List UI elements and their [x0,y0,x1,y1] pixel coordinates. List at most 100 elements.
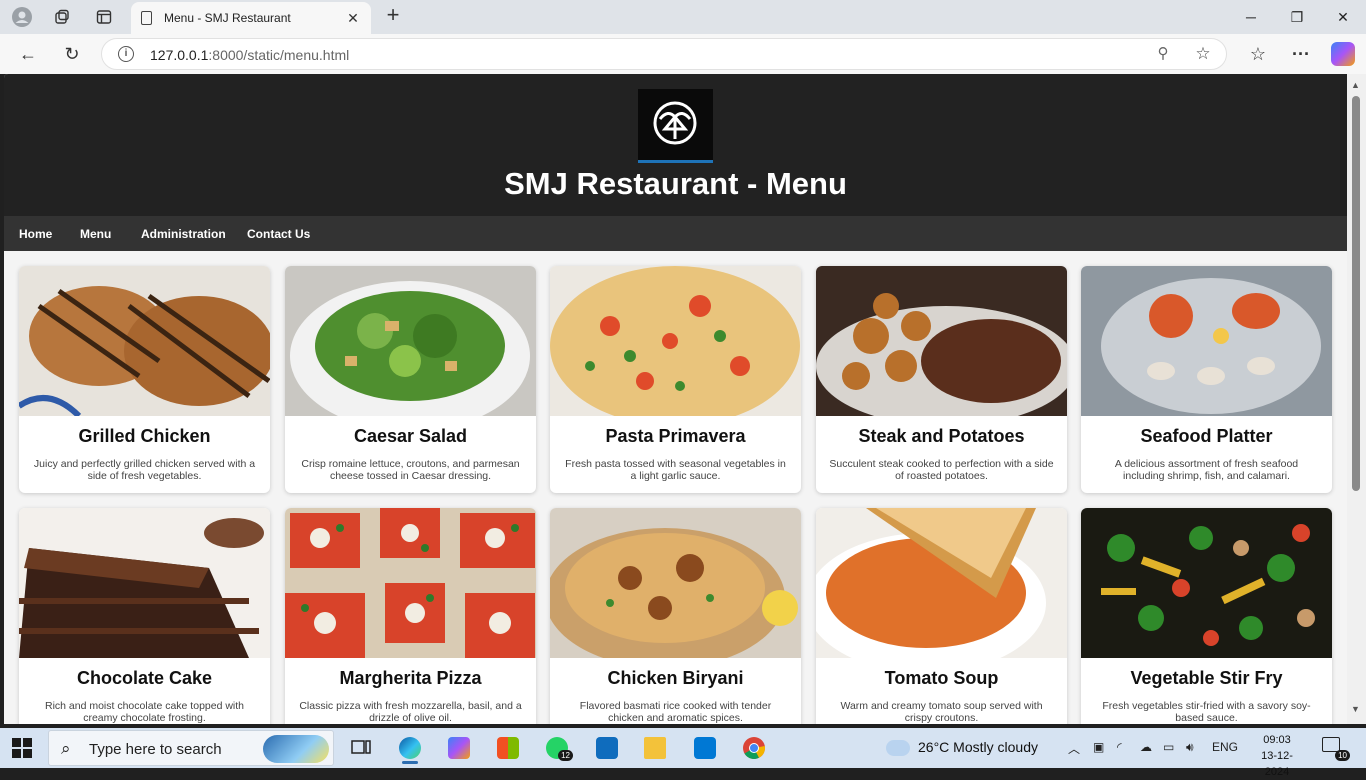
nav-administration[interactable]: Administration [141,227,226,241]
battery-icon[interactable]: ▭ [1163,740,1174,754]
windows-start-icon[interactable] [12,738,32,758]
menu-card[interactable]: Seafood Platter A delicious assortment o… [1081,266,1332,493]
browser-tab-strip: Menu - SMJ Restaurant ✕ + ─ ❐ ✕ [0,0,1366,34]
nav-menu[interactable]: Menu [80,227,111,241]
chrome-icon[interactable] [736,732,772,764]
weather-widget[interactable]: 26°C Mostly cloudy [886,739,1038,757]
menu-card[interactable]: Chicken Biryani Flavored basmati rice co… [550,508,801,724]
dish-description: Flavored basmati rice cooked with tender… [579,700,772,724]
weather-text: 26°C Mostly cloudy [918,739,1038,755]
dish-description: Rich and moist chocolate cake topped wit… [44,700,245,724]
nav-contact-us[interactable]: Contact Us [247,227,310,241]
workspaces-icon[interactable] [48,4,76,30]
search-icon: ⌕ [61,739,71,758]
page-title: SMJ Restaurant - Menu [504,166,847,201]
tab-actions-icon[interactable] [90,4,118,30]
nav-home[interactable]: Home [19,227,52,241]
menu-card[interactable]: Steak and Potatoes Succulent steak cooke… [816,266,1067,493]
menu-card[interactable]: Pasta Primavera Fresh pasta tossed with … [550,266,801,493]
tab-menu[interactable]: Menu - SMJ Restaurant ✕ [131,2,371,34]
menu-card[interactable]: Grilled Chicken Juicy and perfectly gril… [19,266,270,493]
tomato-soup-photo [816,508,1067,658]
notifications-icon[interactable]: 10 [1322,737,1350,761]
menu-card[interactable]: Margherita Pizza Classic pizza with fres… [285,508,536,724]
page-viewport: SMJ Restaurant - Menu Home Menu Administ… [4,74,1347,724]
margherita-pizza-photo [285,508,536,658]
chocolate-cake-photo [19,508,270,658]
menu-card[interactable]: Caesar Salad Crisp romaine lettuce, crou… [285,266,536,493]
outlook-icon[interactable] [589,732,625,764]
clock-date: 13-12-2024 [1261,750,1293,778]
page-scrollbar[interactable]: ▲ ▼ [1347,74,1366,724]
wifi-icon[interactable]: ◜ [1117,740,1122,754]
dish-name: Caesar Salad [353,426,468,446]
back-icon[interactable]: ← [13,40,43,68]
menu-card[interactable]: Chocolate Cake Rich and moist chocolate … [19,508,270,724]
clock-time: 09:03 [1263,734,1291,746]
search-placeholder: Type here to search [89,741,222,758]
show-hidden-icons[interactable]: ︿ [1068,740,1080,757]
new-tab-button[interactable]: + [381,4,405,28]
dish-description: A delicious assortment of fresh seafood … [1114,458,1299,482]
scroll-down-icon[interactable]: ▼ [1351,704,1360,714]
dish-description: Classic pizza with fresh mozzarella, bas… [299,700,522,724]
language-indicator[interactable]: ENG [1212,740,1238,754]
dish-name: Chicken Biryani [607,668,744,688]
address-bar[interactable]: i 127.0.0.1:8000/static/menu.html ⚲ ☆ [101,38,1227,70]
scroll-thumb[interactable] [1352,96,1360,491]
dish-name: Chocolate Cake [76,668,213,688]
minimize-icon[interactable]: ─ [1228,2,1274,32]
clock[interactable]: 09:03 13-12-2024 [1253,732,1301,780]
dish-name: Margherita Pizza [339,668,482,688]
dish-name: Pasta Primavera [605,426,746,446]
task-view-icon[interactable] [343,732,379,764]
dish-description: Warm and creamy tomato soup served with … [840,700,1043,724]
file-explorer-icon[interactable] [637,732,673,764]
dish-name: Steak and Potatoes [858,426,1025,446]
copilot-app-icon[interactable] [441,732,477,764]
scroll-up-icon[interactable]: ▲ [1351,80,1360,90]
url-text[interactable]: 127.0.0.1:8000/static/menu.html [150,47,349,63]
favorite-star-icon[interactable]: ☆ [1192,43,1214,65]
site-info-icon[interactable]: i [118,46,134,62]
vscode-icon[interactable] [687,732,723,764]
whatsapp-badge: 12 [558,750,573,761]
dish-name: Vegetable Stir Fry [1130,668,1283,688]
dish-description: Crisp romaine lettuce, croutons, and par… [301,458,520,482]
whatsapp-icon[interactable]: 12 [539,732,575,764]
edge-icon[interactable] [392,732,428,764]
onedrive-icon[interactable]: ☁ [1140,740,1152,754]
menu-card[interactable]: Tomato Soup Warm and creamy tomato soup … [816,508,1067,724]
notification-count: 10 [1335,750,1350,761]
browser-toolbar: ← ↻ i 127.0.0.1:8000/static/menu.html ⚲ … [0,34,1366,74]
dish-description: Succulent steak cooked to perfection wit… [829,458,1054,482]
volume-icon[interactable]: 🔊︎ [1186,740,1194,755]
url-path: :8000/static/menu.html [208,47,350,63]
grilled-chicken-photo [19,266,270,416]
site-nav: Home Menu Administration Contact Us [4,216,1347,251]
profile-icon[interactable] [8,4,36,30]
dish-description: Fresh pasta tossed with seasonal vegetab… [565,458,786,482]
refresh-icon[interactable]: ↻ [57,40,87,68]
dish-description: Juicy and perfectly grilled chicken serv… [33,458,256,482]
store-icon[interactable] [490,732,526,764]
dish-description: Fresh vegetables stir-fried with a savor… [1102,700,1311,724]
dish-name: Seafood Platter [1140,426,1273,446]
more-options-icon[interactable]: ··· [1286,40,1316,68]
vegetable-stir-fry-photo [1081,508,1332,658]
cloud-icon [886,740,910,757]
menu-card[interactable]: Vegetable Stir Fry Fresh vegetables stir… [1081,508,1332,724]
restore-icon[interactable]: ❐ [1274,2,1320,32]
zoom-icon[interactable]: ⚲ [1152,43,1174,65]
site-header: SMJ Restaurant - Menu [4,74,1347,216]
close-window-icon[interactable]: ✕ [1320,2,1366,32]
taskbar-search[interactable]: ⌕ Type here to search [48,730,334,766]
dish-name: Grilled Chicken [78,426,211,446]
dish-name: Tomato Soup [884,668,999,688]
url-host: 127.0.0.1 [150,47,209,63]
close-tab-icon[interactable]: ✕ [343,8,363,28]
meet-icon[interactable]: ▣ [1093,740,1104,754]
copilot-icon[interactable] [1331,42,1355,66]
chicken-biryani-photo [550,508,801,658]
favorites-icon[interactable]: ☆ [1243,40,1273,68]
